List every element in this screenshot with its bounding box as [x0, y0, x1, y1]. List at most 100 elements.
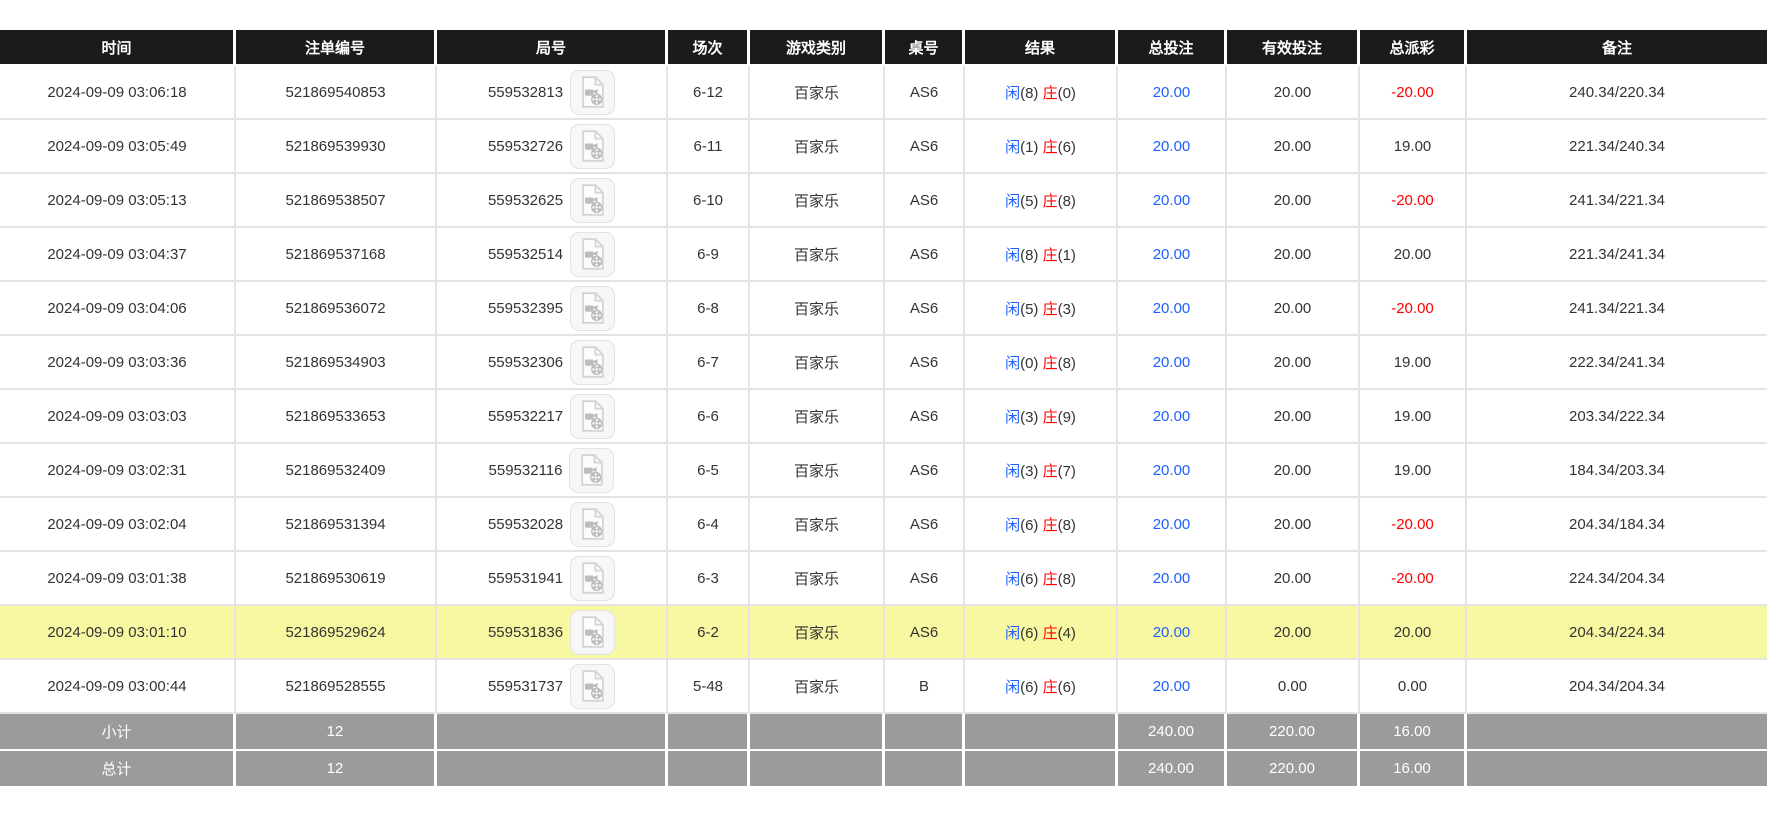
round-id-group: 559532116	[437, 447, 666, 493]
cell-order-id: 521869537168	[236, 228, 437, 282]
table-row: 2024-09-09 03:02:04 521869531394 559532028…	[0, 498, 1767, 552]
cell-result: 闲(3) 庄(9)	[965, 390, 1118, 444]
video-file-icon	[581, 76, 604, 108]
video-file-icon	[581, 130, 604, 162]
cell-valid-bet: 20.00	[1227, 120, 1360, 174]
video-replay-button[interactable]	[570, 663, 616, 709]
video-replay-button[interactable]	[570, 555, 616, 601]
video-file-icon	[581, 616, 604, 648]
footer-valid-bet: 220.00	[1227, 751, 1360, 788]
cell-table-no: AS6	[885, 120, 965, 174]
banker-label: 庄	[1042, 624, 1058, 642]
cell-time: 2024-09-09 03:05:13	[0, 174, 236, 228]
cell-remark: 204.34/204.34	[1467, 660, 1767, 714]
video-file-icon	[581, 562, 604, 594]
banker-label: 庄	[1042, 408, 1058, 426]
cell-session: 5-48	[668, 660, 750, 714]
round-id-group: 559532726	[437, 123, 666, 169]
cell-table-no: B	[885, 660, 965, 714]
cell-time: 2024-09-09 03:04:06	[0, 282, 236, 336]
cell-total-bet: 20.00	[1118, 228, 1227, 282]
cell-result: 闲(5) 庄(8)	[965, 174, 1118, 228]
cell-game-type: 百家乐	[750, 120, 885, 174]
cell-valid-bet: 20.00	[1227, 228, 1360, 282]
round-id-number: 559532028	[487, 515, 564, 533]
cell-remark: 184.34/203.34	[1467, 444, 1767, 498]
player-label: 闲	[1005, 678, 1021, 696]
table-row: 2024-09-09 03:05:49 521869539930 559532726…	[0, 120, 1767, 174]
banker-label: 庄	[1042, 192, 1058, 210]
video-replay-button[interactable]	[570, 501, 616, 547]
cell-remark: 241.34/221.34	[1467, 174, 1767, 228]
cell-table-no: AS6	[885, 498, 965, 552]
video-file-icon	[581, 292, 604, 324]
player-label: 闲	[1005, 624, 1021, 642]
footer-empty-cell	[965, 751, 1118, 788]
video-replay-button[interactable]	[570, 393, 616, 439]
cell-game-type: 百家乐	[750, 390, 885, 444]
player-label: 闲	[1005, 408, 1021, 426]
cell-order-id: 521869534903	[236, 336, 437, 390]
footer-total-bet: 240.00	[1118, 714, 1227, 751]
cell-total-bet: 20.00	[1118, 444, 1227, 498]
footer-payout: 16.00	[1360, 714, 1467, 751]
cell-valid-bet: 20.00	[1227, 606, 1360, 660]
round-id-number: 559531737	[487, 677, 564, 695]
video-file-icon	[581, 184, 604, 216]
video-replay-button[interactable]	[570, 231, 616, 277]
table-footer: 小计 12 240.00 220.00 16.00 总计 12 240.00 220.00 16.…	[0, 714, 1767, 788]
col-header-round-id: 局号	[437, 30, 668, 66]
video-replay-button[interactable]	[570, 177, 616, 223]
cell-session: 6-11	[668, 120, 750, 174]
cell-payout: 20.00	[1360, 606, 1467, 660]
banker-label: 庄	[1042, 354, 1058, 372]
player-label: 闲	[1005, 354, 1021, 372]
cell-order-id: 521869540853	[236, 66, 437, 120]
footer-empty-cell	[885, 714, 965, 751]
cell-table-no: AS6	[885, 552, 965, 606]
footer-empty-cell	[885, 751, 965, 788]
cell-game-type: 百家乐	[750, 552, 885, 606]
cell-round-id: 559531737	[437, 660, 668, 714]
footer-empty-cell	[1467, 751, 1767, 788]
table-header: 时间 注单编号 局号 场次 游戏类别 桌号 结果 总投注 有效投注 总派彩 备注	[0, 30, 1767, 66]
video-replay-button[interactable]	[570, 285, 616, 331]
cell-game-type: 百家乐	[750, 336, 885, 390]
cell-result: 闲(1) 庄(6)	[965, 120, 1118, 174]
cell-game-type: 百家乐	[750, 228, 885, 282]
cell-remark: 224.34/204.34	[1467, 552, 1767, 606]
cell-payout: 19.00	[1360, 444, 1467, 498]
col-header-game-type: 游戏类别	[750, 30, 885, 66]
round-id-group: 559531941	[437, 555, 666, 601]
player-label: 闲	[1005, 516, 1021, 534]
video-replay-button[interactable]	[569, 447, 615, 493]
footer-payout: 16.00	[1360, 751, 1467, 788]
footer-count: 12	[236, 751, 437, 788]
cell-valid-bet: 20.00	[1227, 174, 1360, 228]
player-label: 闲	[1005, 138, 1021, 156]
cell-game-type: 百家乐	[750, 606, 885, 660]
cell-session: 6-12	[668, 66, 750, 120]
page-body: 时间 注单编号 局号 场次 游戏类别 桌号 结果 总投注 有效投注 总派彩 备注 2024-09-0…	[0, 0, 1767, 788]
cell-order-id: 521869533653	[236, 390, 437, 444]
round-id-number: 559532726	[487, 137, 564, 155]
video-replay-button[interactable]	[570, 339, 616, 385]
cell-time: 2024-09-09 03:01:38	[0, 552, 236, 606]
round-id-group: 559532028	[437, 501, 666, 547]
cell-session: 6-2	[668, 606, 750, 660]
table-row-highlighted: 2024-09-09 03:01:10 521869529624 559531836…	[0, 606, 1767, 660]
video-replay-button[interactable]	[570, 609, 616, 655]
cell-payout: -20.00	[1360, 552, 1467, 606]
cell-total-bet: 20.00	[1118, 552, 1227, 606]
cell-session: 6-4	[668, 498, 750, 552]
cell-result: 闲(6) 庄(6)	[965, 660, 1118, 714]
video-replay-button[interactable]	[570, 69, 616, 115]
cell-round-id: 559531941	[437, 552, 668, 606]
cell-round-id: 559532116	[437, 444, 668, 498]
cell-result: 闲(6) 庄(8)	[965, 498, 1118, 552]
cell-round-id: 559532726	[437, 120, 668, 174]
cell-time: 2024-09-09 03:04:37	[0, 228, 236, 282]
cell-table-no: AS6	[885, 282, 965, 336]
video-replay-button[interactable]	[570, 123, 616, 169]
table-row: 2024-09-09 03:03:03 521869533653 559532217…	[0, 390, 1767, 444]
